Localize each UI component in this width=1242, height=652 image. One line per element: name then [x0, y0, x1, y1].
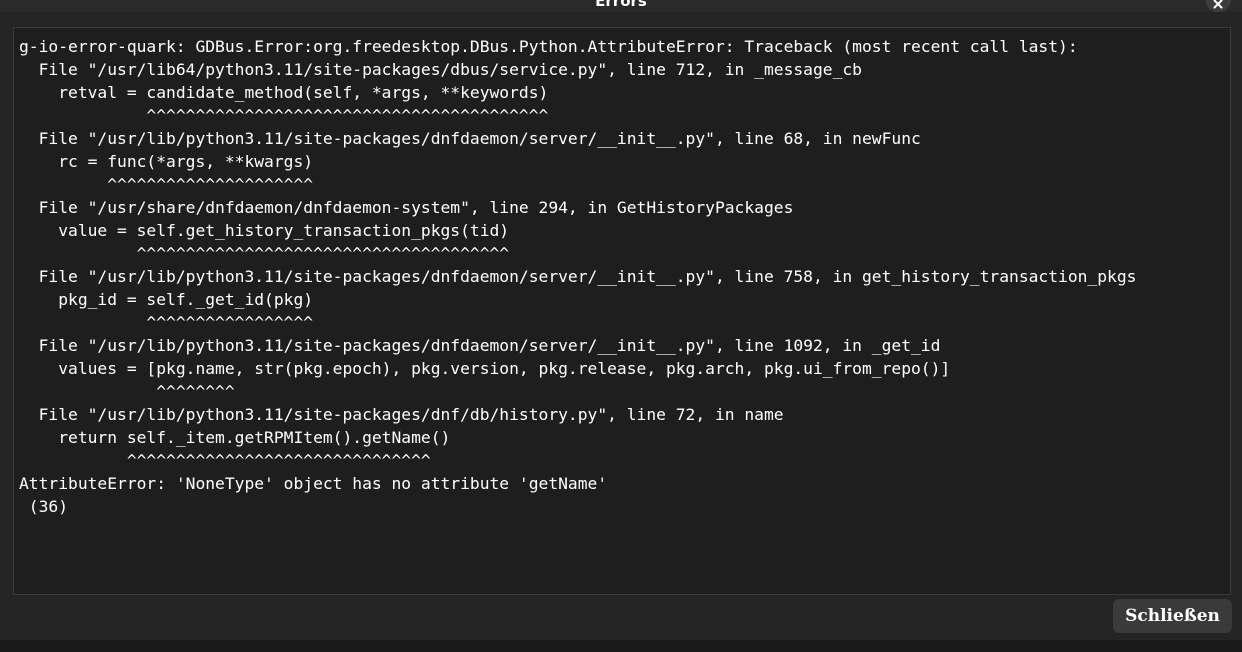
- error-text-view[interactable]: g-io-error-quark: GDBus.Error:org.freede…: [13, 27, 1231, 595]
- window-bottom-edge: [0, 640, 1242, 652]
- close-window-button[interactable]: [1205, 0, 1231, 12]
- close-button[interactable]: Schließen: [1113, 599, 1232, 633]
- dialog-title: Errors: [595, 0, 647, 10]
- title-bar: Errors: [0, 0, 1242, 12]
- error-message: g-io-error-quark: GDBus.Error:org.freede…: [19, 37, 1137, 516]
- close-icon: [1213, 0, 1223, 9]
- errors-dialog: Errors g-io-error-quark: GDBus.Error:org…: [0, 0, 1242, 652]
